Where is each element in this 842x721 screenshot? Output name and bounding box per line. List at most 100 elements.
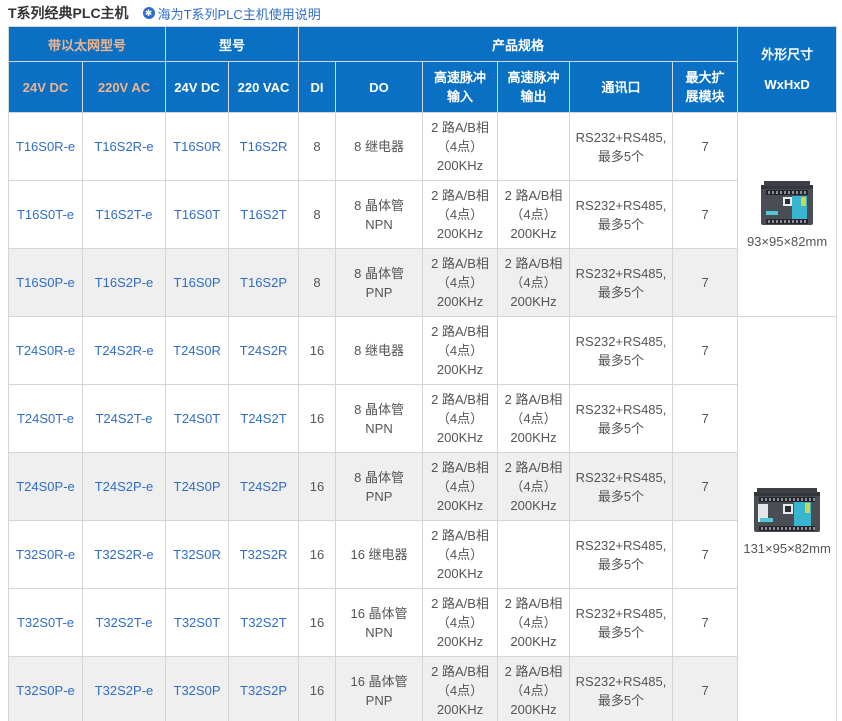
model-link[interactable]: T32S2T-e [95,615,152,630]
pulse-out-cell: 2 路A/B相 （4点） 200KHz [498,249,570,317]
comm-cell: RS232+RS485, 最多5个 [570,113,673,181]
model-cell: T32S2R [229,521,299,589]
header-spec-group: 产品规格 [299,27,738,62]
model-cell: T16S2P [229,249,299,317]
expansion-cell: 7 [673,181,738,249]
do-cell: 8 晶体管 PNP [336,249,423,317]
model-link[interactable]: T24S2T [240,411,286,426]
comm-cell: RS232+RS485, 最多5个 [570,521,673,589]
subheader-eth-24vdc: 24V DC [9,62,83,113]
model-cell: T16S0R-e [9,113,83,181]
plc-large-photo [752,484,822,536]
model-link[interactable]: T24S2R-e [94,343,153,358]
expansion-cell: 7 [673,589,738,657]
pulse-in-cell: 2 路A/B相 （4点） 200KHz [423,317,498,385]
model-cell: T24S2P [229,453,299,521]
pulse-out-cell [498,113,570,181]
model-cell: T32S2T-e [83,589,166,657]
model-cell: T32S2T [229,589,299,657]
subheader-eth-220vac: 220V AC [83,62,166,113]
expansion-cell: 7 [673,317,738,385]
doc-link[interactable]: ✱ 海为T系列PLC主机使用说明 [143,4,321,23]
model-link[interactable]: T32S2P-e [95,683,154,698]
model-link[interactable]: T32S0T-e [17,615,74,630]
model-link[interactable]: T24S0R-e [16,343,75,358]
model-link[interactable]: T16S0R-e [16,139,75,154]
model-cell: T24S0P-e [9,453,83,521]
table-row: T32S0R-e T32S2R-e T32S0R T32S2R 16 16 继电… [9,521,837,589]
model-link[interactable]: T16S2T-e [95,207,152,222]
model-cell: T24S0T-e [9,385,83,453]
doc-link-label: 海为T系列PLC主机使用说明 [158,4,321,23]
subheader-pulse-out: 高速脉冲 输出 [498,62,570,113]
model-cell: T32S0R-e [9,521,83,589]
dims-label: 93×95×82mm [747,232,827,251]
comm-cell: RS232+RS485, 最多5个 [570,249,673,317]
header-model-group: 型号 [166,27,299,62]
model-cell: T24S0R-e [9,317,83,385]
model-link[interactable]: T32S0P [174,683,221,698]
model-link[interactable]: T16S0T-e [17,207,74,222]
model-link[interactable]: T16S0T [174,207,220,222]
do-cell: 8 晶体管 NPN [336,385,423,453]
model-link[interactable]: T16S0P-e [16,275,75,290]
do-cell: 16 晶体管 NPN [336,589,423,657]
comm-cell: RS232+RS485, 最多5个 [570,181,673,249]
model-link[interactable]: T24S0R [173,343,221,358]
model-link[interactable]: T32S2R [240,547,288,562]
model-cell: T16S0T [166,181,229,249]
link-bullet-icon: ✱ [143,7,155,19]
model-link[interactable]: T32S2R-e [94,547,153,562]
model-link[interactable]: T24S2T-e [95,411,152,426]
di-cell: 16 [299,385,336,453]
table-row: T24S0P-e T24S2P-e T24S0P T24S2P 16 8 晶体管… [9,453,837,521]
model-link[interactable]: T16S0P [174,275,221,290]
model-link[interactable]: T32S2P [240,683,287,698]
model-cell: T16S2R [229,113,299,181]
model-link[interactable]: T16S2P-e [95,275,154,290]
dims-cell-large: 131×95×82mm [738,317,837,721]
model-cell: T32S0T [166,589,229,657]
model-link[interactable]: T24S0P-e [16,479,75,494]
model-link[interactable]: T32S0T [174,615,220,630]
subheader-pulse-in: 高速脉冲 输入 [423,62,498,113]
expansion-cell: 7 [673,385,738,453]
model-cell: T16S0P-e [9,249,83,317]
model-link[interactable]: T16S2R [240,139,288,154]
table-row: T32S0T-e T32S2T-e T32S0T T32S2T 16 16 晶体… [9,589,837,657]
table-row: T32S0P-e T32S2P-e T32S0P T32S2P 16 16 晶体… [9,657,837,721]
pulse-in-cell: 2 路A/B相 （4点） 200KHz [423,521,498,589]
plc-spec-table: 带以太网型号 型号 产品规格 外形尺寸 WxHxD 24V DC 220V AC… [8,26,837,721]
expansion-cell: 7 [673,657,738,721]
model-link[interactable]: T24S0T-e [17,411,74,426]
model-link[interactable]: T32S0R-e [16,547,75,562]
di-cell: 16 [299,453,336,521]
model-cell: T24S0R [166,317,229,385]
model-link[interactable]: T32S0R [173,547,221,562]
pulse-in-cell: 2 路A/B相 （4点） 200KHz [423,453,498,521]
model-link[interactable]: T24S2P-e [95,479,154,494]
subheader-max-expansion: 最大扩 展模块 [673,62,738,113]
model-cell: T32S0P [166,657,229,721]
expansion-cell: 7 [673,521,738,589]
model-cell: T32S0R [166,521,229,589]
model-cell: T16S2T [229,181,299,249]
model-link[interactable]: T24S2R [240,343,288,358]
model-link[interactable]: T24S0T [174,411,220,426]
header-sub-row: 24V DC 220V AC 24V DC 220 VAC DI DO 高速脉冲… [9,62,837,113]
model-link[interactable]: T16S0R [173,139,221,154]
model-link[interactable]: T16S2P [240,275,287,290]
model-link[interactable]: T16S2R-e [94,139,153,154]
subheader-24vdc: 24V DC [166,62,229,113]
pulse-in-cell: 2 路A/B相 （4点） 200KHz [423,385,498,453]
model-link[interactable]: T24S0P [174,479,221,494]
do-cell: 8 晶体管 NPN [336,181,423,249]
model-link[interactable]: T16S2T [240,207,286,222]
model-cell: T24S2T [229,385,299,453]
model-link[interactable]: T24S2P [240,479,287,494]
model-link[interactable]: T32S2T [240,615,286,630]
model-cell: T16S2T-e [83,181,166,249]
do-cell: 8 继电器 [336,317,423,385]
model-link[interactable]: T32S0P-e [16,683,75,698]
table-row: T16S0T-e T16S2T-e T16S0T T16S2T 8 8 晶体管 … [9,181,837,249]
